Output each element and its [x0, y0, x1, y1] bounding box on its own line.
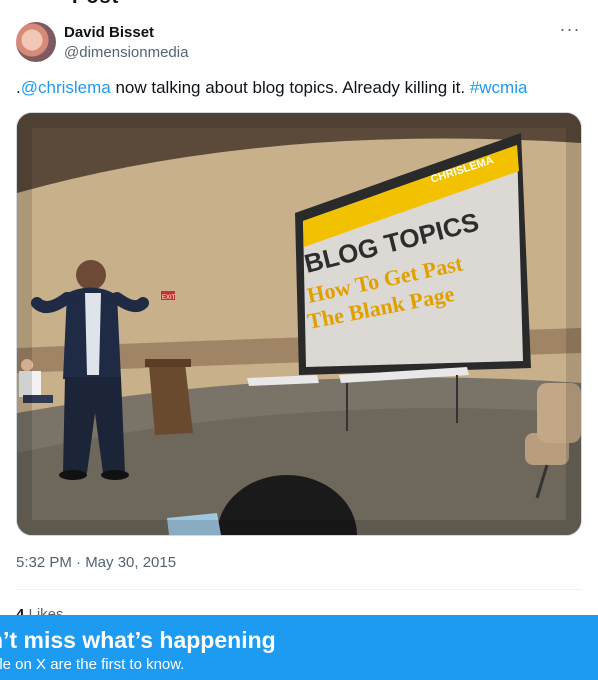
post-header: David Bisset @dimensionmedia ···: [16, 20, 582, 66]
photo-illustration: CHRISLEMA BLOG TOPICS How To Get Past Th…: [17, 113, 581, 535]
author-display-name[interactable]: David Bisset: [64, 23, 188, 43]
mention-link[interactable]: @chrislema: [21, 78, 111, 97]
divider: [16, 589, 582, 590]
author-names: David Bisset @dimensionmedia: [64, 23, 188, 63]
post-text-body: now talking about blog topics. Already k…: [110, 78, 470, 97]
exit-sign-label: EXIT: [162, 295, 176, 301]
more-icon: ···: [559, 19, 581, 39]
more-options-button[interactable]: ···: [558, 20, 582, 44]
post-text: .@chrislema now talking about blog topic…: [16, 77, 527, 99]
post-photo[interactable]: CHRISLEMA BLOG TOPICS How To Get Past Th…: [16, 112, 582, 536]
post-timestamp[interactable]: 5:32 PM · May 30, 2015: [16, 553, 176, 573]
author-handle[interactable]: @dimensionmedia: [64, 43, 188, 63]
banner-subtitle: ple on X are the first to know.: [0, 656, 185, 673]
banner-title: n’t miss what’s happening: [0, 627, 276, 653]
signup-banner: n’t miss what’s happening ple on X are t…: [0, 615, 598, 680]
avatar[interactable]: [16, 22, 56, 62]
page-title: Post: [72, 0, 119, 9]
hashtag-link[interactable]: #wcmia: [470, 78, 528, 97]
